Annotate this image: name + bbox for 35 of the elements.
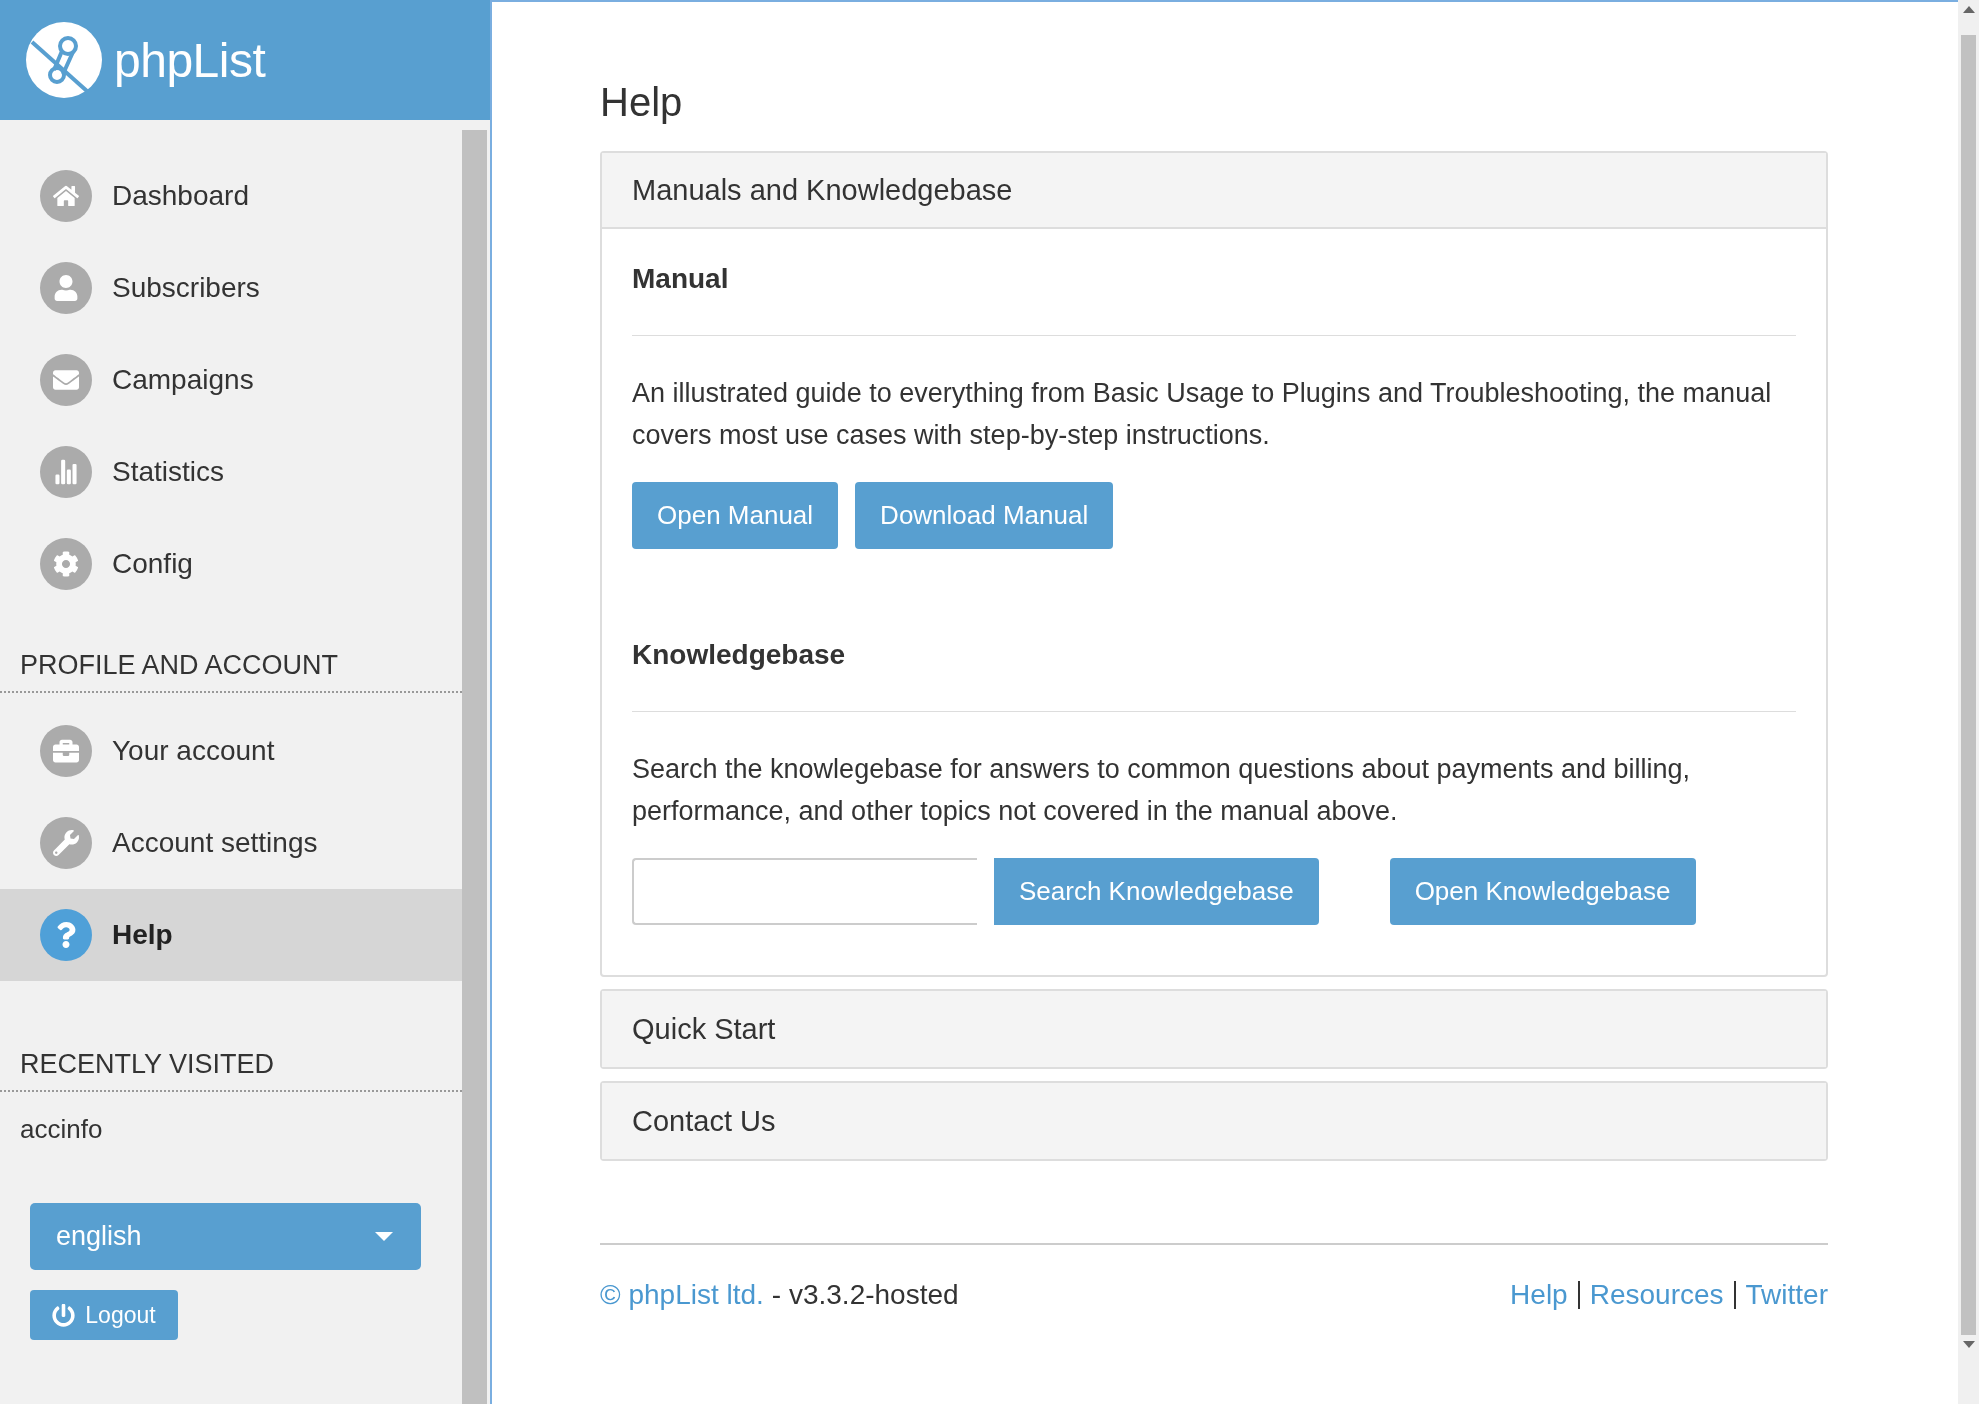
home-icon bbox=[40, 170, 92, 222]
page-title: Help bbox=[600, 80, 684, 125]
wrench-icon bbox=[40, 817, 92, 869]
description-text: Search the knowlegebase for answers to common questions about payments and billing, performance, and other topics not covered in the manual above. bbox=[632, 753, 1692, 828]
sidebar-item[interactable]: Campaigns bbox=[0, 334, 462, 426]
power-icon bbox=[52, 1303, 76, 1327]
sidebar-item[interactable]: Config bbox=[0, 518, 462, 610]
panel-heading[interactable]: Manuals and Knowledgebase bbox=[602, 153, 1826, 229]
panel-heading[interactable]: Contact Us bbox=[602, 1083, 1826, 1159]
sidebar-item[interactable]: Subscribers bbox=[0, 242, 462, 334]
caret-icon bbox=[375, 1232, 393, 1241]
help-icon bbox=[40, 909, 92, 961]
scrollbar[interactable] bbox=[462, 130, 487, 1404]
search-field[interactable] bbox=[632, 858, 977, 925]
settings-icon bbox=[40, 538, 92, 590]
panel-heading[interactable]: Quick Start bbox=[602, 991, 1826, 1067]
version-text: - v3.3.2-hosted bbox=[771, 1279, 959, 1311]
sidebar-item[interactable]: Help bbox=[0, 889, 462, 981]
briefcase-icon bbox=[40, 725, 92, 777]
section-title: Manual bbox=[632, 263, 1796, 336]
sidebar-item[interactable]: Dashboard bbox=[0, 150, 462, 242]
user-icon bbox=[40, 262, 92, 314]
envelope-icon bbox=[40, 354, 92, 406]
sidebar-item[interactable]: Your account bbox=[0, 705, 462, 797]
scroll-down-icon[interactable] bbox=[1962, 1341, 1975, 1348]
scroll-up-icon[interactable] bbox=[1962, 6, 1975, 13]
description-text: An illustrated guide to everything from Basic Usage to Plugins and Troubleshooting, the manual covers most use cases with step-by-step instructions. bbox=[632, 377, 1773, 452]
logo-icon bbox=[26, 22, 102, 98]
bar-chart-icon bbox=[40, 446, 92, 498]
sidebar-item[interactable]: Account settings bbox=[0, 797, 462, 889]
scrollbar-thumb[interactable] bbox=[1961, 35, 1976, 1335]
recent-link[interactable]: accinfo bbox=[0, 1104, 462, 1155]
section-title: Knowledgebase bbox=[632, 639, 1796, 712]
logo-text: phpList bbox=[114, 32, 266, 88]
sidebar-item[interactable]: Statistics bbox=[0, 426, 462, 518]
